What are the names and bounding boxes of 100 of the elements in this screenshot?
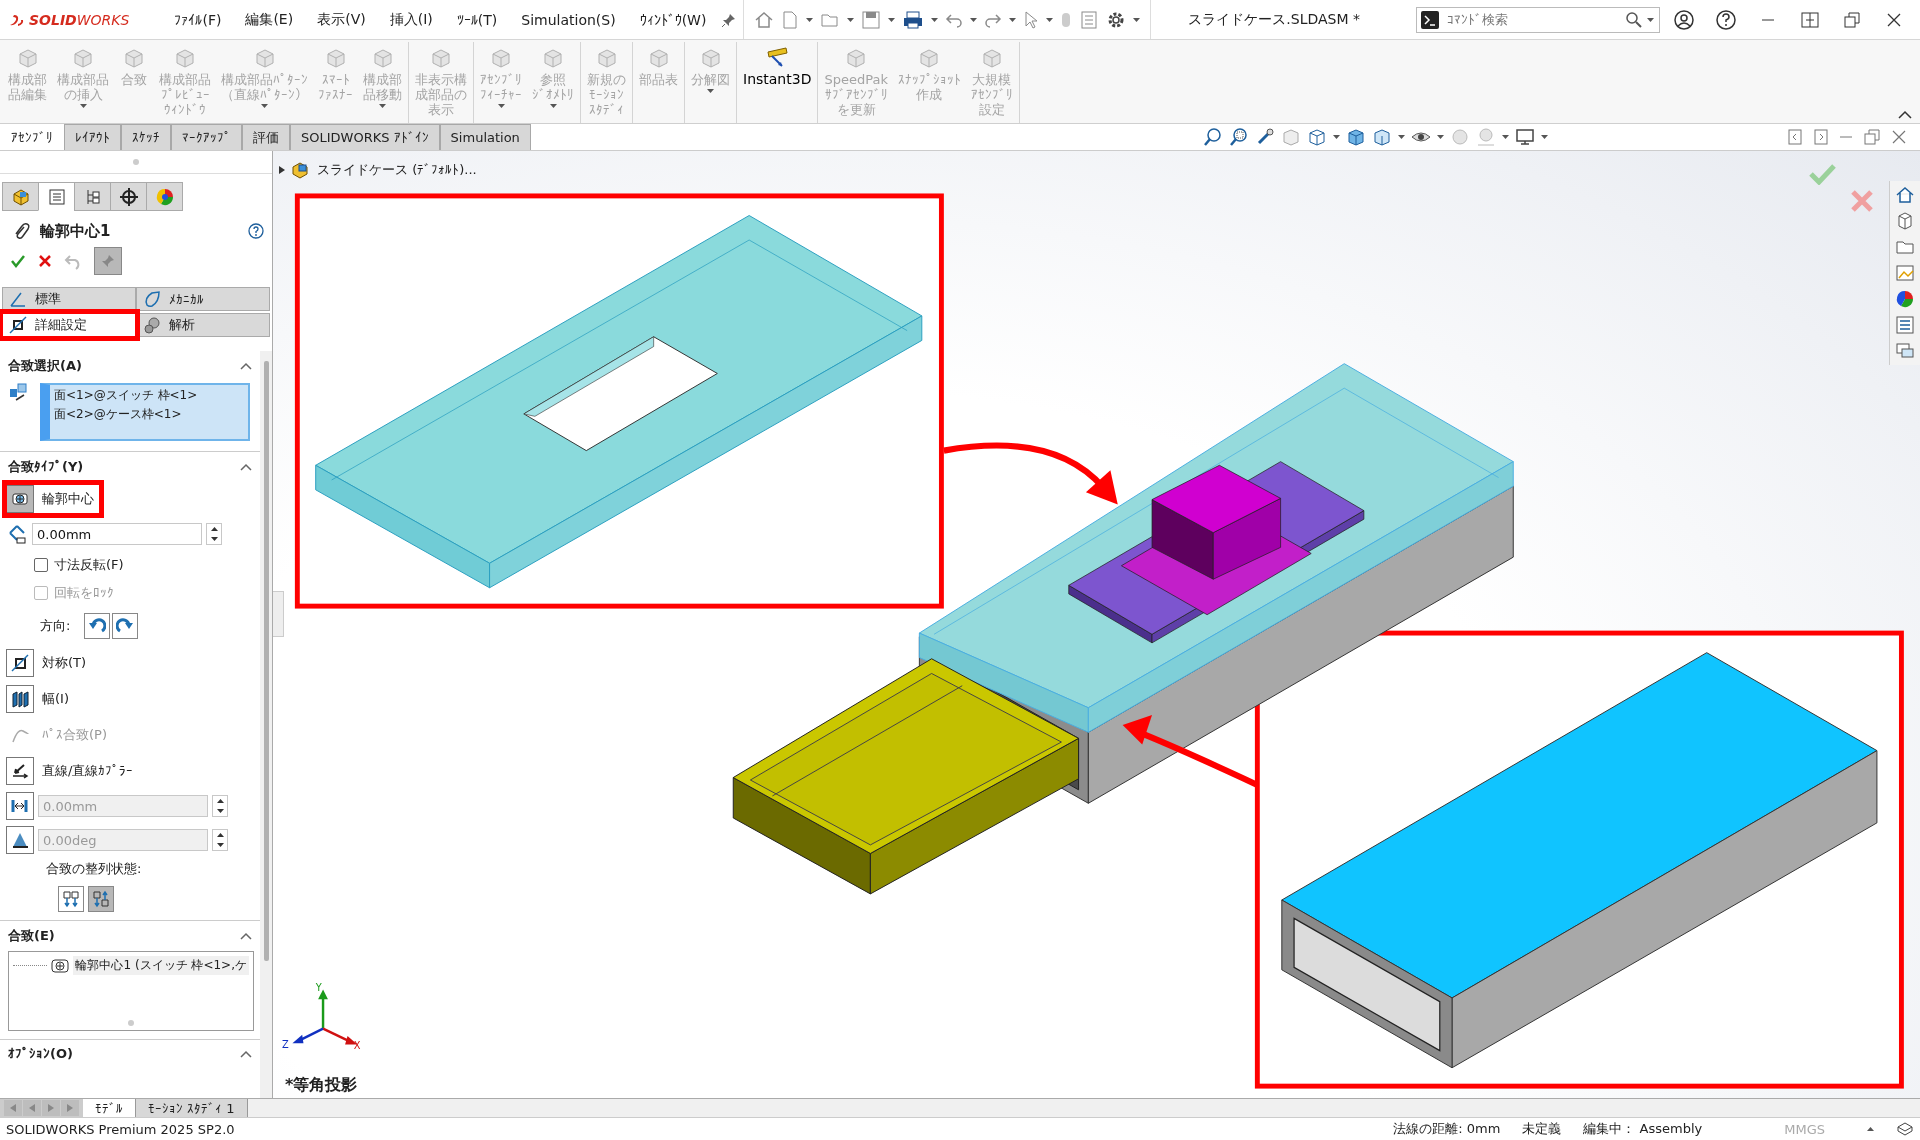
- printer-icon[interactable]: [902, 9, 925, 30]
- ok-button[interactable]: [10, 253, 26, 269]
- pin-icon[interactable]: [721, 11, 738, 28]
- home-icon[interactable]: [754, 9, 775, 30]
- monitor-icon[interactable]: [1515, 127, 1535, 147]
- close-icon[interactable]: [1892, 130, 1906, 144]
- document-tab[interactable]: ｽｹｯﾁ: [121, 124, 171, 150]
- number-field[interactable]: 0.00mm: [32, 523, 202, 545]
- caret-icon: [707, 89, 714, 93]
- cancel-button[interactable]: [38, 254, 52, 268]
- menu-item[interactable]: 表示(V): [308, 6, 375, 33]
- menu-item[interactable]: 編集(E): [236, 6, 303, 33]
- caret-icon[interactable]: [1046, 17, 1054, 22]
- mate-type-button[interactable]: 幅(I): [6, 684, 75, 714]
- list-item[interactable]: 輪郭中心1 (スイッチ 枠<1>,ケ: [73, 956, 249, 975]
- menu-item[interactable]: Simulation(S): [512, 7, 625, 32]
- scrollbar[interactable]: [260, 351, 272, 1098]
- collapse-caret-icon[interactable]: [240, 362, 252, 370]
- zoom-area-icon[interactable]: [1229, 127, 1249, 147]
- caret-icon[interactable]: [970, 17, 978, 22]
- document-tab[interactable]: ﾏｰｸｱｯﾌﾟ: [171, 124, 242, 150]
- selection-list[interactable]: 面<1>@スイッチ 枠<1> 面<2>@ケース枠<1>: [40, 383, 250, 441]
- mate-tab[interactable]: ﾒｶﾆｶﾙ: [136, 287, 270, 311]
- spin-button[interactable]: [206, 523, 222, 545]
- command-search-field[interactable]: ｺﾏﾝﾄﾞ検索: [1416, 6, 1660, 33]
- color-wheel-icon[interactable]: [154, 186, 175, 207]
- help-icon[interactable]: [248, 223, 264, 239]
- checkbox[interactable]: [34, 558, 48, 572]
- caret-icon[interactable]: [806, 17, 814, 22]
- chat-icon[interactable]: [1895, 341, 1915, 361]
- caret-icon[interactable]: [1437, 135, 1444, 139]
- spin-button[interactable]: [212, 829, 228, 851]
- bottom-tab[interactable]: ﾓｰｼｮﾝ ｽﾀﾃﾞｨ 1: [136, 1099, 248, 1117]
- close-icon: [38, 254, 52, 268]
- collapse-caret-icon[interactable]: [240, 932, 252, 940]
- menu-item[interactable]: ﾌｧｲﾙ(F): [165, 7, 231, 32]
- caret-icon[interactable]: [1333, 135, 1340, 139]
- alignment-button[interactable]: [88, 886, 114, 912]
- alignment-button[interactable]: [58, 886, 84, 912]
- menu-item[interactable]: 挿入(I): [380, 6, 442, 33]
- caret-up-icon[interactable]: [1867, 1127, 1874, 1131]
- mate-type-button[interactable]: 対称(T): [6, 648, 93, 678]
- menu-item[interactable]: ｳｨﾝﾄﾞｳ(W): [630, 7, 716, 32]
- save-icon[interactable]: [861, 9, 882, 30]
- assembly-icon: [291, 161, 311, 179]
- document-tab[interactable]: ﾚｲｱｳﾄ: [64, 124, 121, 150]
- view-orientation-icon[interactable]: [1307, 127, 1327, 147]
- properties-icon[interactable]: [1895, 315, 1915, 335]
- menu-item[interactable]: ﾂｰﾙ(T): [447, 7, 507, 32]
- down-arrow-icon: [216, 843, 224, 847]
- display-style-icon[interactable]: [1372, 127, 1392, 147]
- expand-arrow-icon[interactable]: [279, 166, 285, 174]
- list-item[interactable]: 面<1>@スイッチ 枠<1>: [54, 387, 244, 404]
- collapse-caret-icon[interactable]: [240, 1049, 252, 1058]
- collapse-ribbon-icon[interactable]: [1898, 110, 1912, 119]
- zoom-fit-icon[interactable]: [1203, 127, 1223, 147]
- caret-icon[interactable]: [1502, 135, 1509, 139]
- rotate-right-button[interactable]: [112, 613, 139, 639]
- property-title: 輪郭中心1: [40, 221, 112, 241]
- caret-icon[interactable]: [1009, 17, 1017, 22]
- panel-left-icon[interactable]: [1788, 129, 1802, 145]
- checkbox-label: 寸法反転(F): [54, 556, 124, 574]
- caret-icon[interactable]: [1647, 17, 1654, 22]
- pointer-icon[interactable]: [1023, 9, 1040, 30]
- panel-collapse-handle[interactable]: [273, 591, 284, 637]
- rotate-left-button[interactable]: [84, 613, 111, 639]
- collapse-caret-icon[interactable]: [240, 463, 252, 471]
- crosshair-icon[interactable]: [118, 186, 139, 207]
- mate-type-button[interactable]: 輪郭中心: [6, 484, 100, 514]
- caret-icon[interactable]: [847, 17, 855, 22]
- color-wheel-icon[interactable]: [1895, 289, 1915, 309]
- home-icon[interactable]: [1895, 185, 1915, 205]
- bottom-tab[interactable]: ﾓﾃﾞﾙ: [83, 1099, 136, 1117]
- spin-button[interactable]: [212, 795, 228, 817]
- caret-icon[interactable]: [1541, 135, 1548, 139]
- list-icon[interactable]: [46, 186, 67, 207]
- resize-grip[interactable]: [128, 1020, 134, 1026]
- mate-tab[interactable]: 標準: [2, 287, 136, 311]
- caret-icon[interactable]: [931, 17, 939, 22]
- parts-library-icon[interactable]: [1895, 211, 1915, 231]
- ribbon-button[interactable]: Instant3D: [738, 42, 817, 123]
- panel-right-icon[interactable]: [1814, 129, 1828, 145]
- axis-label: X: [353, 1040, 361, 1052]
- caret-icon: [379, 104, 386, 108]
- mate-type-button[interactable]: 直線/直線ｶﾌﾟﾗｰ: [6, 756, 140, 786]
- caret-icon[interactable]: [888, 17, 896, 22]
- caret-icon[interactable]: [1398, 135, 1405, 139]
- help-icon: [1715, 8, 1737, 31]
- list-item[interactable]: 面<2>@ケース枠<1>: [54, 406, 244, 423]
- assembly-name[interactable]: スライドケース (ﾃﾞﾌｫﾙﾄ)...: [317, 161, 477, 179]
- resize-grip[interactable]: [133, 159, 139, 165]
- document-tab[interactable]: 評価: [242, 124, 290, 150]
- document-tab[interactable]: SOLIDWORKS ｱﾄﾞｲﾝ: [290, 124, 440, 150]
- document-tab[interactable]: Simulation: [439, 124, 531, 150]
- down-arrow-icon: [216, 809, 224, 813]
- restore-icon[interactable]: [1864, 129, 1880, 145]
- caret-icon[interactable]: [1133, 17, 1141, 22]
- search-icon[interactable]: [1625, 10, 1643, 29]
- cube-icon[interactable]: [1346, 127, 1366, 147]
- panel-tab[interactable]: [110, 182, 147, 211]
